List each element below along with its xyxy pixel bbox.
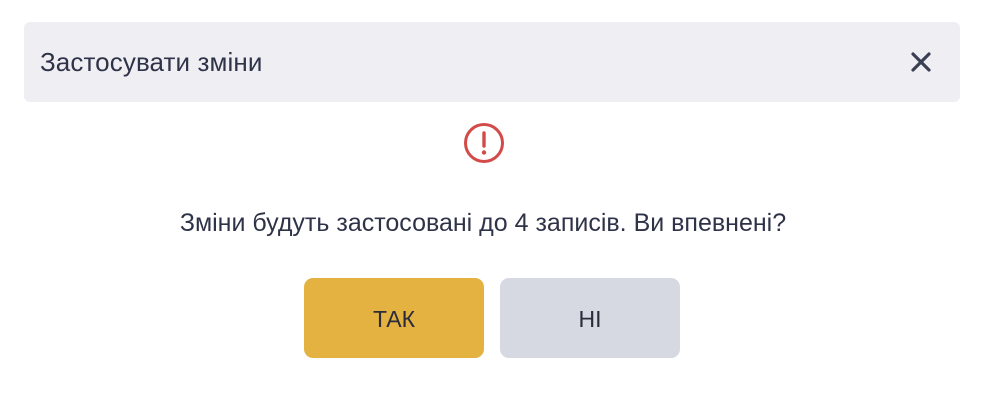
confirm-dialog: Застосувати зміни Зміни будуть застосова…: [0, 0, 982, 400]
dialog-message: Зміни будуть застосовані до 4 записів. В…: [179, 209, 787, 237]
close-icon[interactable]: [908, 49, 934, 75]
alert-icon: [463, 122, 505, 164]
yes-button[interactable]: ТАК: [304, 278, 484, 358]
dialog-title: Застосувати зміни: [40, 47, 263, 77]
no-button[interactable]: НІ: [500, 278, 680, 358]
dialog-header: Застосувати зміни: [24, 22, 960, 102]
